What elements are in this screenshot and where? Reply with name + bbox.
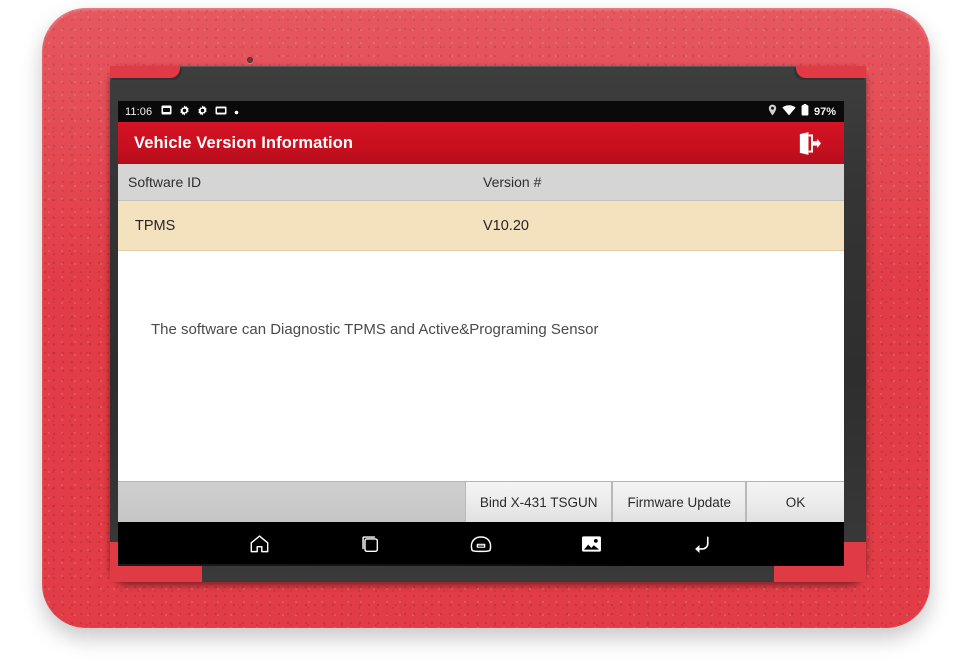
screenshot-image-icon[interactable] (573, 529, 611, 559)
bezel-shoulder-top-right (796, 66, 866, 78)
sd-card-icon (215, 106, 227, 118)
vci-connector-icon[interactable] (462, 529, 500, 559)
firmware-update-button[interactable]: Firmware Update (612, 482, 746, 522)
back-icon[interactable] (684, 529, 722, 559)
android-navigation-bar (118, 522, 844, 566)
sd-card-icon (161, 105, 172, 118)
location-icon (768, 104, 777, 119)
table-header-row: Software ID Version # (118, 164, 844, 201)
content-area: The software can Diagnostic TPMS and Act… (118, 251, 844, 481)
app-title-bar: Vehicle Version Information (118, 122, 844, 164)
wifi-icon (782, 104, 796, 119)
tablet-screen: 11:06 97% Vehicle Version Information So… (118, 101, 844, 566)
status-clock: 11:06 (125, 105, 153, 118)
bind-tsgun-button[interactable]: Bind X-431 TSGUN (464, 482, 613, 522)
settings-gear-icon (197, 105, 208, 119)
footer-button-bar: Bind X-431 TSGUN Firmware Update OK (118, 481, 844, 522)
status-right-icon-group: 97% (768, 104, 836, 119)
recents-icon[interactable] (351, 529, 389, 559)
exit-door-icon[interactable] (782, 126, 834, 160)
column-header-software-id: Software ID (128, 174, 202, 190)
bezel-shoulder-top-left (110, 66, 180, 78)
status-left-icon-group (161, 105, 239, 119)
nav-bar-underline (118, 564, 641, 566)
ok-button[interactable]: OK (746, 482, 844, 522)
column-header-version: Version # (483, 174, 542, 190)
front-camera-icon (247, 57, 253, 63)
settings-gear-icon (179, 105, 190, 119)
table-row[interactable]: TPMS V10.20 (118, 201, 844, 251)
software-description-text: The software can Diagnostic TPMS and Act… (151, 321, 599, 338)
cell-software-id: TPMS (135, 217, 176, 234)
battery-icon (801, 104, 809, 119)
dot-icon (234, 106, 239, 118)
android-status-bar: 11:06 97% (118, 101, 844, 122)
battery-percent-label: 97% (813, 105, 836, 118)
page-title: Vehicle Version Information (134, 133, 354, 152)
home-icon[interactable] (240, 529, 278, 559)
cell-version: V10.20 (483, 217, 529, 234)
